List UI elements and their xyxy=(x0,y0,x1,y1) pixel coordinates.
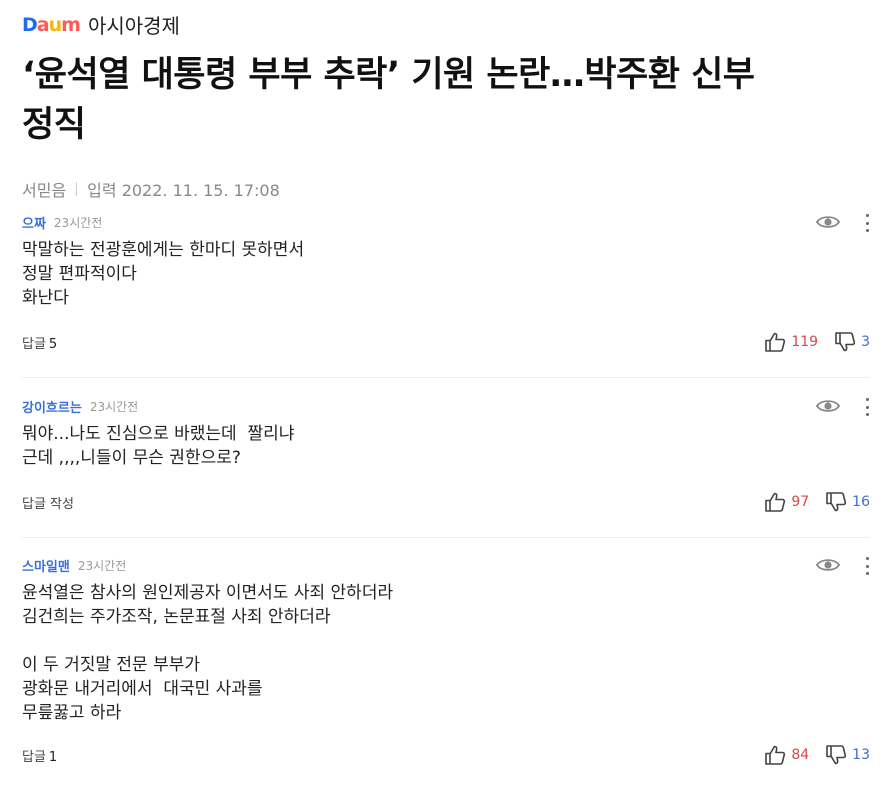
comment-divider xyxy=(22,537,870,538)
comment-body: 막말하는 전광훈에게는 한마디 못하면서 정말 편파적이다 화난다 xyxy=(22,238,870,310)
like-button[interactable]: 84 xyxy=(764,744,809,766)
comment-body: 윤석열은 참사의 원인제공자 이면서도 사죄 안하더라 김건희는 주가조작, 논… xyxy=(22,581,870,725)
thumbs-down-icon xyxy=(826,492,847,512)
logo-letter: m xyxy=(61,13,81,36)
dislike-button[interactable]: 13 xyxy=(825,744,870,766)
comment-nickname[interactable]: 스마일맨 xyxy=(22,556,70,575)
comment-line: 윤석열은 참사의 원인제공자 이면서도 사죄 안하더라 xyxy=(22,583,394,603)
comment-line: 광화문 내거리에서 대국민 사과를 xyxy=(22,679,263,699)
publish-date: 입력 2022. 11. 15. 17:08 xyxy=(87,181,280,200)
like-button[interactable]: 97 xyxy=(764,491,809,513)
thumbs-up-icon xyxy=(765,332,786,352)
comment-item: 으짜 23시간전 막말하는 전광훈에게는 한마디 못하면서 정말 편파적이다 화… xyxy=(22,212,870,352)
comment-line: 무릎꿇고 하라 xyxy=(22,703,122,723)
comment-time: 23시간전 xyxy=(77,558,127,573)
reply-count: 1 xyxy=(48,749,58,765)
comment-line: 김건희는 주가조작, 논문표절 사죄 안하더라 xyxy=(22,607,331,627)
daum-logo[interactable]: D a u m xyxy=(22,11,81,39)
comment-nickname[interactable]: 강이흐르는 xyxy=(22,397,82,416)
dislike-count: 13 xyxy=(852,747,870,763)
like-count: 97 xyxy=(791,494,810,510)
reply-label: 답글 작성 xyxy=(22,496,74,512)
like-count: 119 xyxy=(791,334,819,350)
comment-line: 막말하는 전광훈에게는 한마디 못하면서 xyxy=(22,240,305,260)
logo-letter: D xyxy=(22,13,38,36)
comment-footer: 답글 작성 97 16 xyxy=(22,491,870,513)
press-name[interactable]: 아시아경제 xyxy=(88,10,180,39)
thumbs-up-icon xyxy=(765,745,786,765)
comment-line: 근데 ,,,,니들이 무슨 권한으로? xyxy=(22,448,241,468)
eye-icon[interactable] xyxy=(816,398,840,414)
like-count: 84 xyxy=(791,747,810,763)
reply-count: 5 xyxy=(48,336,58,352)
thumbs-up-icon xyxy=(765,492,786,512)
eye-icon[interactable] xyxy=(816,214,840,230)
reply-button[interactable]: 답글 작성 xyxy=(22,493,74,512)
dislike-count: 3 xyxy=(861,334,870,350)
reply-label: 답글 xyxy=(22,336,46,352)
comment-body: 뭐야...나도 진심으로 바랬는데 짤리냐 근데 ,,,,니들이 무슨 권한으로… xyxy=(22,422,870,470)
more-vertical-icon[interactable] xyxy=(864,557,870,575)
title-line: ‘윤석열 대통령 부부 추락’ 기원 논란…박주환 신부 xyxy=(22,55,755,95)
comment-footer: 답글 5 119 3 xyxy=(22,331,870,353)
dislike-button[interactable]: 16 xyxy=(825,491,870,513)
article-title: ‘윤석열 대통령 부부 추락’ 기원 논란…박주환 신부 정직 xyxy=(22,50,862,150)
reply-label: 답글 xyxy=(22,749,46,765)
logo-letter: a xyxy=(36,13,50,36)
comment-line: 화난다 xyxy=(22,288,69,308)
comment-time: 23시간전 xyxy=(53,215,103,230)
eye-icon[interactable] xyxy=(816,557,840,573)
title-line: 정직 xyxy=(22,105,86,145)
comment-footer: 답글 1 84 13 xyxy=(22,744,870,766)
meta-divider xyxy=(76,182,78,196)
thumbs-down-icon xyxy=(835,332,856,352)
site-header: D a u m 아시아경제 xyxy=(22,10,180,39)
comment-nickname[interactable]: 으짜 xyxy=(22,213,46,232)
comment-divider xyxy=(22,377,870,378)
author: 서믿음 xyxy=(22,181,67,200)
article-meta: 서믿음 입력 2022. 11. 15. 17:08 xyxy=(22,177,280,201)
comment-item: 강이흐르는 23시간전 뭐야...나도 진심으로 바랬는데 짤리냐 근데 ,,,… xyxy=(22,396,870,512)
comment-line: 뭐야...나도 진심으로 바랬는데 짤리냐 xyxy=(22,424,295,444)
reply-button[interactable]: 답글 1 xyxy=(22,746,57,765)
comment-item: 스마일맨 23시간전 윤석열은 참사의 원인제공자 이면서도 사죄 안하더라 김… xyxy=(22,555,870,765)
more-vertical-icon[interactable] xyxy=(864,214,870,232)
dislike-count: 16 xyxy=(852,494,870,510)
reply-button[interactable]: 답글 5 xyxy=(22,333,57,352)
comment-line: 정말 편파적이다 xyxy=(22,264,137,284)
comment-line xyxy=(22,629,870,653)
thumbs-down-icon xyxy=(826,745,847,765)
comment-time: 23시간전 xyxy=(89,399,139,414)
more-vertical-icon[interactable] xyxy=(864,398,870,416)
like-button[interactable]: 119 xyxy=(764,331,818,353)
comment-line: 이 두 거짓말 전문 부부가 xyxy=(22,655,201,675)
dislike-button[interactable]: 3 xyxy=(834,331,870,353)
logo-letter: u xyxy=(48,13,62,36)
